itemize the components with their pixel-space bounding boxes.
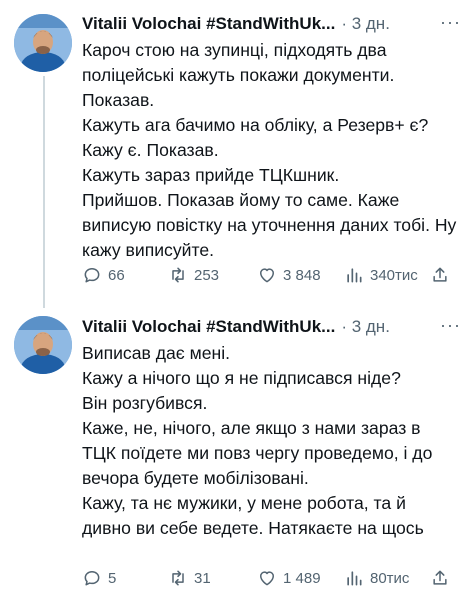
tweet-line: Кажу, та нє мужики, у мене робота, та й … bbox=[82, 493, 424, 538]
tweet-actions: 66 253 3 848 340тис bbox=[82, 265, 463, 287]
avatar[interactable] bbox=[14, 316, 72, 374]
views-count: 80тис bbox=[370, 569, 410, 587]
reply-icon bbox=[84, 268, 100, 283]
tweet-line: Виписав дає мені. bbox=[82, 343, 231, 363]
like-count: 3 848 bbox=[283, 266, 321, 284]
tweet-header: Vitalii Volochai #StandWithUk... · 3 дн. bbox=[82, 14, 463, 34]
views-icon bbox=[347, 268, 362, 283]
tweet-2[interactable]: Vitalii Volochai #StandWithUk... · 3 дн.… bbox=[0, 310, 471, 600]
tweet-line: Кажу а нічого що я не підписався ніде? bbox=[82, 368, 401, 388]
tweet-actions: 5 31 1 489 80тис bbox=[82, 568, 463, 590]
views-button[interactable]: 80тис bbox=[344, 568, 409, 588]
more-options-icon[interactable]: ··· bbox=[440, 315, 461, 336]
tweet-line: Кажуть ага бачимо на обліку, а Резерв+ є… bbox=[82, 115, 434, 160]
views-button[interactable]: 340тис bbox=[344, 265, 418, 285]
tweet-line: Кароч стою на зупинці, підходять два пол… bbox=[82, 40, 395, 85]
heart-icon bbox=[260, 571, 274, 586]
views-count: 340тис bbox=[370, 266, 418, 284]
tweet-1[interactable]: Vitalii Volochai #StandWithUk... · 3 дн.… bbox=[0, 0, 471, 310]
retweet-count: 31 bbox=[194, 569, 211, 587]
tweet-line: Він розгубився. bbox=[82, 393, 208, 413]
timestamp[interactable]: · 3 дн. bbox=[341, 14, 390, 34]
reply-button[interactable]: 66 bbox=[82, 265, 125, 285]
tweet-text: Виписав дає мені. Кажу а нічого що я не … bbox=[82, 341, 459, 541]
author-name[interactable]: Vitalii Volochai #StandWithUk... bbox=[82, 317, 335, 337]
views-icon bbox=[347, 571, 362, 586]
avatar[interactable] bbox=[14, 14, 72, 72]
retweet-icon bbox=[172, 570, 184, 586]
retweet-button[interactable]: 31 bbox=[168, 568, 211, 588]
reply-count: 66 bbox=[108, 266, 125, 284]
reply-icon bbox=[84, 571, 100, 586]
tweet-header: Vitalii Volochai #StandWithUk... · 3 дн. bbox=[82, 317, 463, 337]
timestamp[interactable]: · 3 дн. bbox=[341, 317, 390, 337]
like-button[interactable]: 3 848 bbox=[257, 265, 321, 285]
retweet-icon bbox=[172, 267, 184, 283]
tweet-line: Прийшов. Показав йому то саме. Каже випи… bbox=[82, 190, 462, 260]
tweet-line: Показав. bbox=[82, 90, 155, 110]
more-options-icon[interactable]: ··· bbox=[440, 12, 461, 33]
retweet-button[interactable]: 253 bbox=[168, 265, 219, 285]
share-button[interactable] bbox=[430, 568, 450, 588]
share-icon bbox=[433, 267, 447, 282]
retweet-count: 253 bbox=[194, 266, 220, 284]
like-count: 1 489 bbox=[283, 569, 321, 587]
tweet-line: Кажуть зараз прийде ТЦКшник. bbox=[82, 165, 340, 185]
reply-count: 5 bbox=[108, 569, 117, 587]
tweet-text: Кароч стою на зупинці, підходять два пол… bbox=[82, 38, 459, 263]
heart-icon bbox=[260, 268, 274, 283]
reply-button[interactable]: 5 bbox=[82, 568, 116, 588]
tweet-line: Каже, не, нічого, але якщо з нами зараз … bbox=[82, 418, 438, 488]
author-name[interactable]: Vitalii Volochai #StandWithUk... bbox=[82, 14, 335, 34]
like-button[interactable]: 1 489 bbox=[257, 568, 321, 588]
share-icon bbox=[433, 570, 447, 585]
share-button[interactable] bbox=[430, 265, 450, 285]
